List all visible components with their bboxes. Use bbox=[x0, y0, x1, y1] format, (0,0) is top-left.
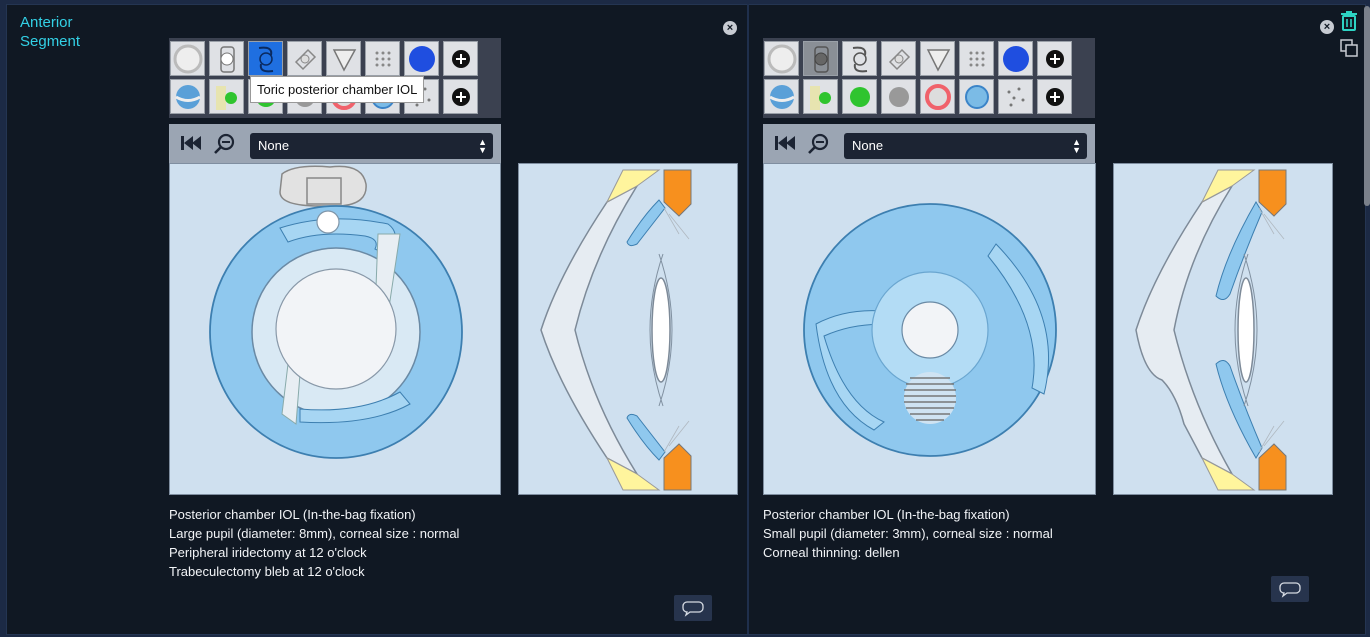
tool-green-dot-icon[interactable] bbox=[209, 79, 244, 114]
tooltip: Toric posterior chamber IOL bbox=[250, 76, 425, 103]
view-controls: None ▲ ▼ bbox=[169, 124, 501, 164]
column-divider bbox=[747, 4, 749, 634]
front-view-canvas[interactable] bbox=[169, 163, 501, 495]
select-arrows-icon: ▲ ▼ bbox=[478, 137, 487, 155]
description-line: Small pupil (diameter: 3mm), corneal siz… bbox=[763, 526, 1053, 541]
tool-scatter-icon[interactable] bbox=[998, 79, 1033, 114]
skip-to-start-icon[interactable] bbox=[179, 132, 203, 159]
tool-lens-icon[interactable] bbox=[170, 79, 205, 114]
comment-button[interactable] bbox=[674, 595, 712, 621]
plus-circle-icon[interactable] bbox=[443, 41, 478, 76]
front-view-canvas[interactable] bbox=[763, 163, 1096, 495]
left-description: Posterior chamber IOL (In-the-bag fixati… bbox=[169, 505, 459, 581]
view-controls: None ▲ ▼ bbox=[763, 124, 1095, 164]
description-line: Corneal thinning: dellen bbox=[763, 545, 900, 560]
copy-icon[interactable] bbox=[1340, 39, 1358, 62]
tool-red-ring-icon[interactable] bbox=[920, 79, 955, 114]
view-select[interactable]: None ▲ ▼ bbox=[250, 133, 493, 159]
zoom-out-icon[interactable] bbox=[807, 132, 831, 161]
plus-circle-icon[interactable] bbox=[1037, 41, 1072, 76]
plus-circle-icon[interactable] bbox=[443, 79, 478, 114]
side-view-canvas[interactable] bbox=[1113, 163, 1333, 495]
tool-green-dot-icon[interactable] bbox=[803, 79, 838, 114]
close-icon[interactable]: × bbox=[1320, 20, 1334, 34]
tool-ac-iol-icon[interactable] bbox=[881, 41, 916, 76]
tool-toric-iol-icon[interactable] bbox=[248, 41, 283, 76]
description-line: Trabeculectomy bleb at 12 o'clock bbox=[169, 564, 365, 579]
tool-green-circle-icon[interactable] bbox=[842, 79, 877, 114]
close-icon[interactable]: × bbox=[723, 21, 737, 35]
plus-circle-icon[interactable] bbox=[1037, 79, 1072, 114]
tool-ac-iol-icon[interactable] bbox=[287, 41, 322, 76]
tool-pattern-icon[interactable] bbox=[959, 41, 994, 76]
tool-pc-iol-icon[interactable] bbox=[209, 41, 244, 76]
tool-pattern-icon[interactable] bbox=[365, 41, 400, 76]
side-view-canvas[interactable] bbox=[518, 163, 738, 495]
page-scrollbar[interactable] bbox=[1364, 6, 1370, 206]
description-line: Posterior chamber IOL (In-the-bag fixati… bbox=[763, 507, 1010, 522]
tool-blue-ring-icon[interactable] bbox=[959, 79, 994, 114]
description-line: Large pupil (diameter: 8mm), corneal siz… bbox=[169, 526, 460, 541]
tool-grey-circle-icon[interactable] bbox=[881, 79, 916, 114]
trash-icon[interactable] bbox=[1340, 11, 1358, 36]
speech-bubble-icon bbox=[682, 601, 704, 617]
comment-button[interactable] bbox=[1271, 576, 1309, 602]
tool-cornea-icon[interactable] bbox=[170, 41, 205, 76]
tool-iridectomy-icon[interactable] bbox=[920, 41, 955, 76]
tool-palette bbox=[763, 38, 1095, 118]
tool-iridectomy-icon[interactable] bbox=[326, 41, 361, 76]
description-line: Posterior chamber IOL (In-the-bag fixati… bbox=[169, 507, 416, 522]
tool-blue-dots-icon[interactable] bbox=[404, 41, 439, 76]
right-description: Posterior chamber IOL (In-the-bag fixati… bbox=[763, 505, 1053, 562]
tool-toric-iol-icon[interactable] bbox=[842, 41, 877, 76]
description-line: Peripheral iridectomy at 12 o'clock bbox=[169, 545, 367, 560]
zoom-out-icon[interactable] bbox=[213, 132, 237, 161]
section-title: Anterior Segment bbox=[20, 14, 81, 50]
tool-cornea-icon[interactable] bbox=[764, 41, 799, 76]
view-select[interactable]: None ▲ ▼ bbox=[844, 133, 1087, 159]
speech-bubble-icon bbox=[1279, 582, 1301, 598]
skip-to-start-icon[interactable] bbox=[773, 132, 797, 159]
tool-lens-icon[interactable] bbox=[764, 79, 799, 114]
select-arrows-icon: ▲ ▼ bbox=[1072, 137, 1081, 155]
tool-pc-iol-icon[interactable] bbox=[803, 41, 838, 76]
tool-blue-dots-icon[interactable] bbox=[998, 41, 1033, 76]
